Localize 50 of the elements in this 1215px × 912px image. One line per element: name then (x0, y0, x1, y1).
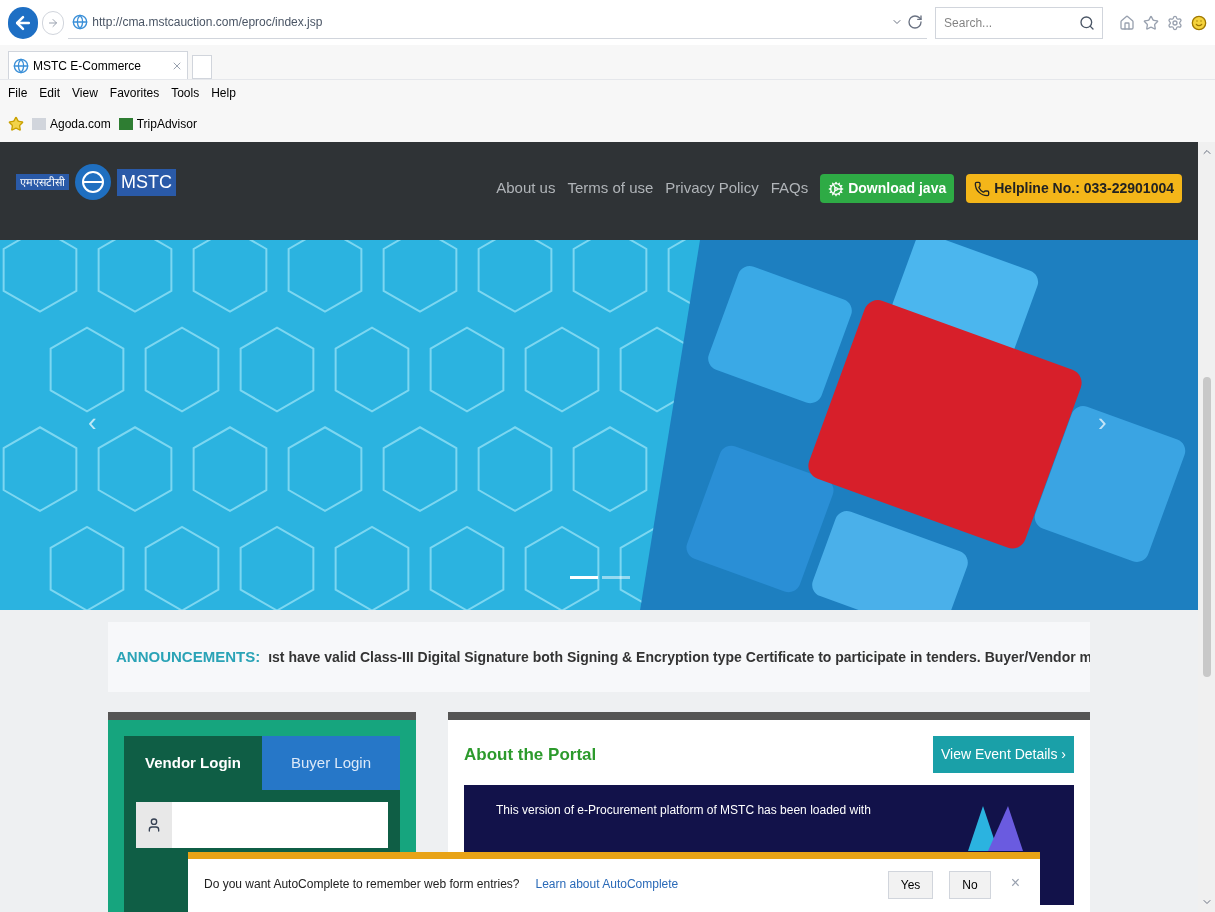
forward-arrow-icon (47, 16, 60, 29)
favorites-bar-icon[interactable] (8, 116, 24, 132)
site-logo[interactable]: एमएसटीसी MSTC (16, 162, 176, 202)
menu-item[interactable]: Tools (171, 84, 200, 102)
portal-text: This version of e-Procurement platform of MSTC has been loaded with (496, 802, 872, 819)
search-icon[interactable] (1079, 14, 1095, 31)
new-tab-button[interactable] (192, 55, 212, 79)
helpline-button[interactable]: Helpline No.: 033-22901004 (966, 174, 1182, 203)
username-field[interactable] (172, 802, 388, 848)
menu-item[interactable]: View (72, 84, 98, 102)
nav-link[interactable]: About us (496, 177, 556, 200)
nav-link[interactable]: FAQs (770, 177, 809, 200)
favorites-icon[interactable] (1143, 14, 1159, 31)
gear-icon (828, 180, 845, 197)
logo-hindi: एमएसटीसी (16, 173, 69, 191)
nav-link[interactable]: Privacy Policy (665, 177, 759, 200)
favorite-link[interactable]: TripAdvisor (118, 115, 197, 133)
settings-icon[interactable] (1167, 14, 1183, 31)
address-bar[interactable]: http://cma.mstcauction.com/eproc/index.jsp (68, 6, 928, 39)
tab-title: MSTC E-Commerce (33, 57, 142, 75)
portal-title: About the Portal (464, 743, 597, 766)
prompt-button[interactable]: No (949, 871, 991, 899)
menu-item[interactable]: Favorites (109, 84, 160, 102)
learn-more-link[interactable]: Learn about AutoComplete (535, 875, 679, 893)
home-icon[interactable] (1119, 14, 1135, 31)
scrollbar[interactable] (1198, 142, 1215, 912)
logo-text: MSTC (117, 168, 176, 196)
announcement-label: ANNOUNCEMENTS: (116, 646, 261, 667)
smiley-icon[interactable] (1191, 14, 1207, 31)
menu-item[interactable]: File (8, 84, 28, 102)
address-text: http://cma.mstcauction.com/eproc/index.jsp (92, 14, 324, 31)
globe-icon (72, 14, 89, 30)
autocomplete-question: Do you want AutoComplete to remember web form entries? (204, 876, 520, 893)
back-button[interactable] (8, 6, 38, 39)
user-icon (146, 817, 162, 833)
menu-item[interactable]: Edit (39, 84, 61, 102)
menu-item[interactable]: Help (211, 84, 236, 102)
refresh-icon[interactable] (907, 14, 924, 30)
carousel-indicator[interactable] (570, 575, 598, 579)
globe-logo-icon (73, 162, 113, 202)
browser-tab[interactable]: MSTC E-Commerce (8, 51, 188, 79)
prompt-button[interactable]: Yes (887, 871, 934, 899)
login-tab[interactable]: Buyer Login (262, 736, 400, 790)
scroll-thumb[interactable] (1202, 377, 1211, 677)
globe-icon (13, 57, 29, 74)
phone-icon (974, 180, 991, 197)
carousel-indicator[interactable] (602, 575, 630, 579)
search-field[interactable]: Search... (935, 6, 1103, 39)
favorite-link[interactable]: Agoda.com (32, 115, 111, 133)
nav-link[interactable]: Terms of use (567, 177, 654, 200)
